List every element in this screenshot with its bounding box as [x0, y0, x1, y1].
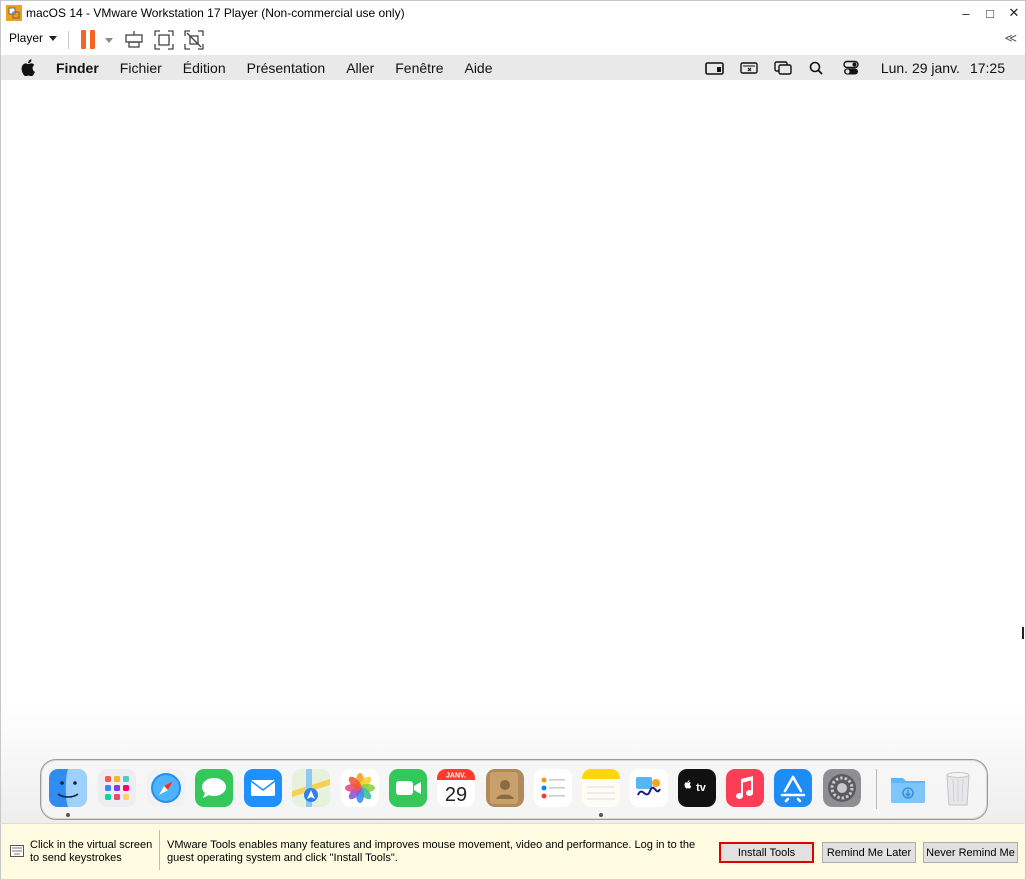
pause-icon	[81, 30, 86, 49]
text-cursor	[1022, 627, 1024, 639]
finder-icon[interactable]	[49, 769, 87, 807]
unity-mode-icon[interactable]	[183, 29, 205, 51]
minimize-button[interactable]: –	[954, 1, 978, 25]
toolbar-divider	[68, 31, 69, 49]
full-screen-icon[interactable]	[153, 29, 175, 51]
launchpad-icon[interactable]	[98, 769, 136, 807]
apple-tv-icon[interactable]: tv	[678, 769, 716, 807]
menu-fenetre[interactable]: Fenêtre	[395, 60, 443, 76]
dock-divider	[876, 769, 877, 809]
never-remind-me-button[interactable]: Never Remind Me	[923, 842, 1018, 863]
maximize-icon: □	[986, 5, 994, 21]
minimize-icon: –	[962, 5, 970, 21]
vmware-tools-notification: Click in the virtual screen to send keys…	[0, 823, 1026, 879]
calendar-day: 29	[445, 784, 467, 806]
install-tools-button[interactable]: Install Tools	[719, 842, 814, 863]
photos-icon[interactable]	[341, 769, 379, 807]
keyboard-input-icon[interactable]	[739, 60, 759, 76]
calendar-icon[interactable]: JANV. 29	[437, 769, 475, 807]
pause-button[interactable]	[81, 30, 97, 49]
menu-bar-time[interactable]: 17:25	[970, 60, 1005, 76]
menu-edition[interactable]: Édition	[183, 60, 226, 76]
menu-bar-status-area: Lun. 29 janv. 17:25	[705, 55, 1025, 80]
downloads-folder-icon[interactable]	[889, 769, 927, 807]
keystroke-hint: Click in the virtual screen to send keys…	[30, 839, 153, 864]
maximize-button[interactable]: □	[978, 1, 1002, 25]
player-toolbar: Player ≪	[0, 25, 1026, 55]
apple-tv-label: tv	[696, 782, 707, 794]
chevron-down-icon	[49, 35, 58, 41]
menu-aide[interactable]: Aide	[464, 60, 492, 76]
window-stage-icon[interactable]	[773, 60, 793, 76]
remind-me-later-button[interactable]: Remind Me Later	[822, 842, 916, 863]
vmware-logo-icon	[6, 5, 22, 21]
facetime-icon[interactable]	[389, 769, 427, 807]
close-button[interactable]: ✕	[1002, 1, 1026, 25]
collapse-toolbar-icon[interactable]: ≪	[1004, 31, 1016, 45]
pause-icon	[90, 30, 95, 49]
screen-mirroring-icon[interactable]	[705, 60, 725, 76]
running-indicator	[66, 813, 70, 817]
window-title-bar: macOS 14 - VMware Workstation 17 Player …	[0, 0, 1026, 25]
macos-menu-bar: Finder Fichier Édition Présentation Alle…	[1, 55, 1025, 80]
close-icon: ✕	[1008, 5, 1020, 20]
system-settings-icon[interactable]	[823, 769, 861, 807]
virtual-machine-screen[interactable]: Finder Fichier Édition Présentation Alle…	[0, 55, 1026, 823]
trash-icon[interactable]	[939, 769, 977, 807]
messages-icon[interactable]	[195, 769, 233, 807]
menu-finder[interactable]: Finder	[56, 60, 99, 76]
music-icon[interactable]	[726, 769, 764, 807]
apple-logo-icon[interactable]	[21, 59, 35, 76]
running-indicator	[599, 813, 603, 817]
notes-icon[interactable]	[582, 769, 620, 807]
keyboard-icon	[10, 845, 24, 857]
reminders-icon[interactable]	[534, 769, 572, 807]
player-menu-label: Player	[9, 31, 44, 45]
window-title: macOS 14 - VMware Workstation 17 Player …	[26, 6, 405, 20]
app-store-icon[interactable]	[774, 769, 812, 807]
menu-aller[interactable]: Aller	[346, 60, 374, 76]
spotlight-search-icon[interactable]	[807, 60, 827, 76]
send-ctrl-alt-del-icon[interactable]	[123, 29, 145, 51]
mail-icon[interactable]	[244, 769, 282, 807]
vmware-tools-message: VMware Tools enables many features and i…	[167, 839, 696, 864]
menu-fichier[interactable]: Fichier	[120, 60, 162, 76]
macos-dock: JANV. 29 tv	[40, 759, 988, 820]
maps-icon[interactable]	[292, 769, 330, 807]
notification-divider	[159, 830, 160, 870]
calendar-month: JANV.	[446, 773, 466, 780]
control-center-icon[interactable]	[841, 60, 861, 76]
menu-bar-date[interactable]: Lun. 29 janv.	[881, 60, 960, 76]
power-options-dropdown[interactable]	[105, 38, 113, 43]
safari-icon[interactable]	[147, 769, 185, 807]
freeform-icon[interactable]	[630, 769, 668, 807]
menu-presentation[interactable]: Présentation	[247, 60, 326, 76]
contacts-icon[interactable]	[486, 769, 524, 807]
player-menu-button[interactable]: Player	[9, 31, 58, 45]
